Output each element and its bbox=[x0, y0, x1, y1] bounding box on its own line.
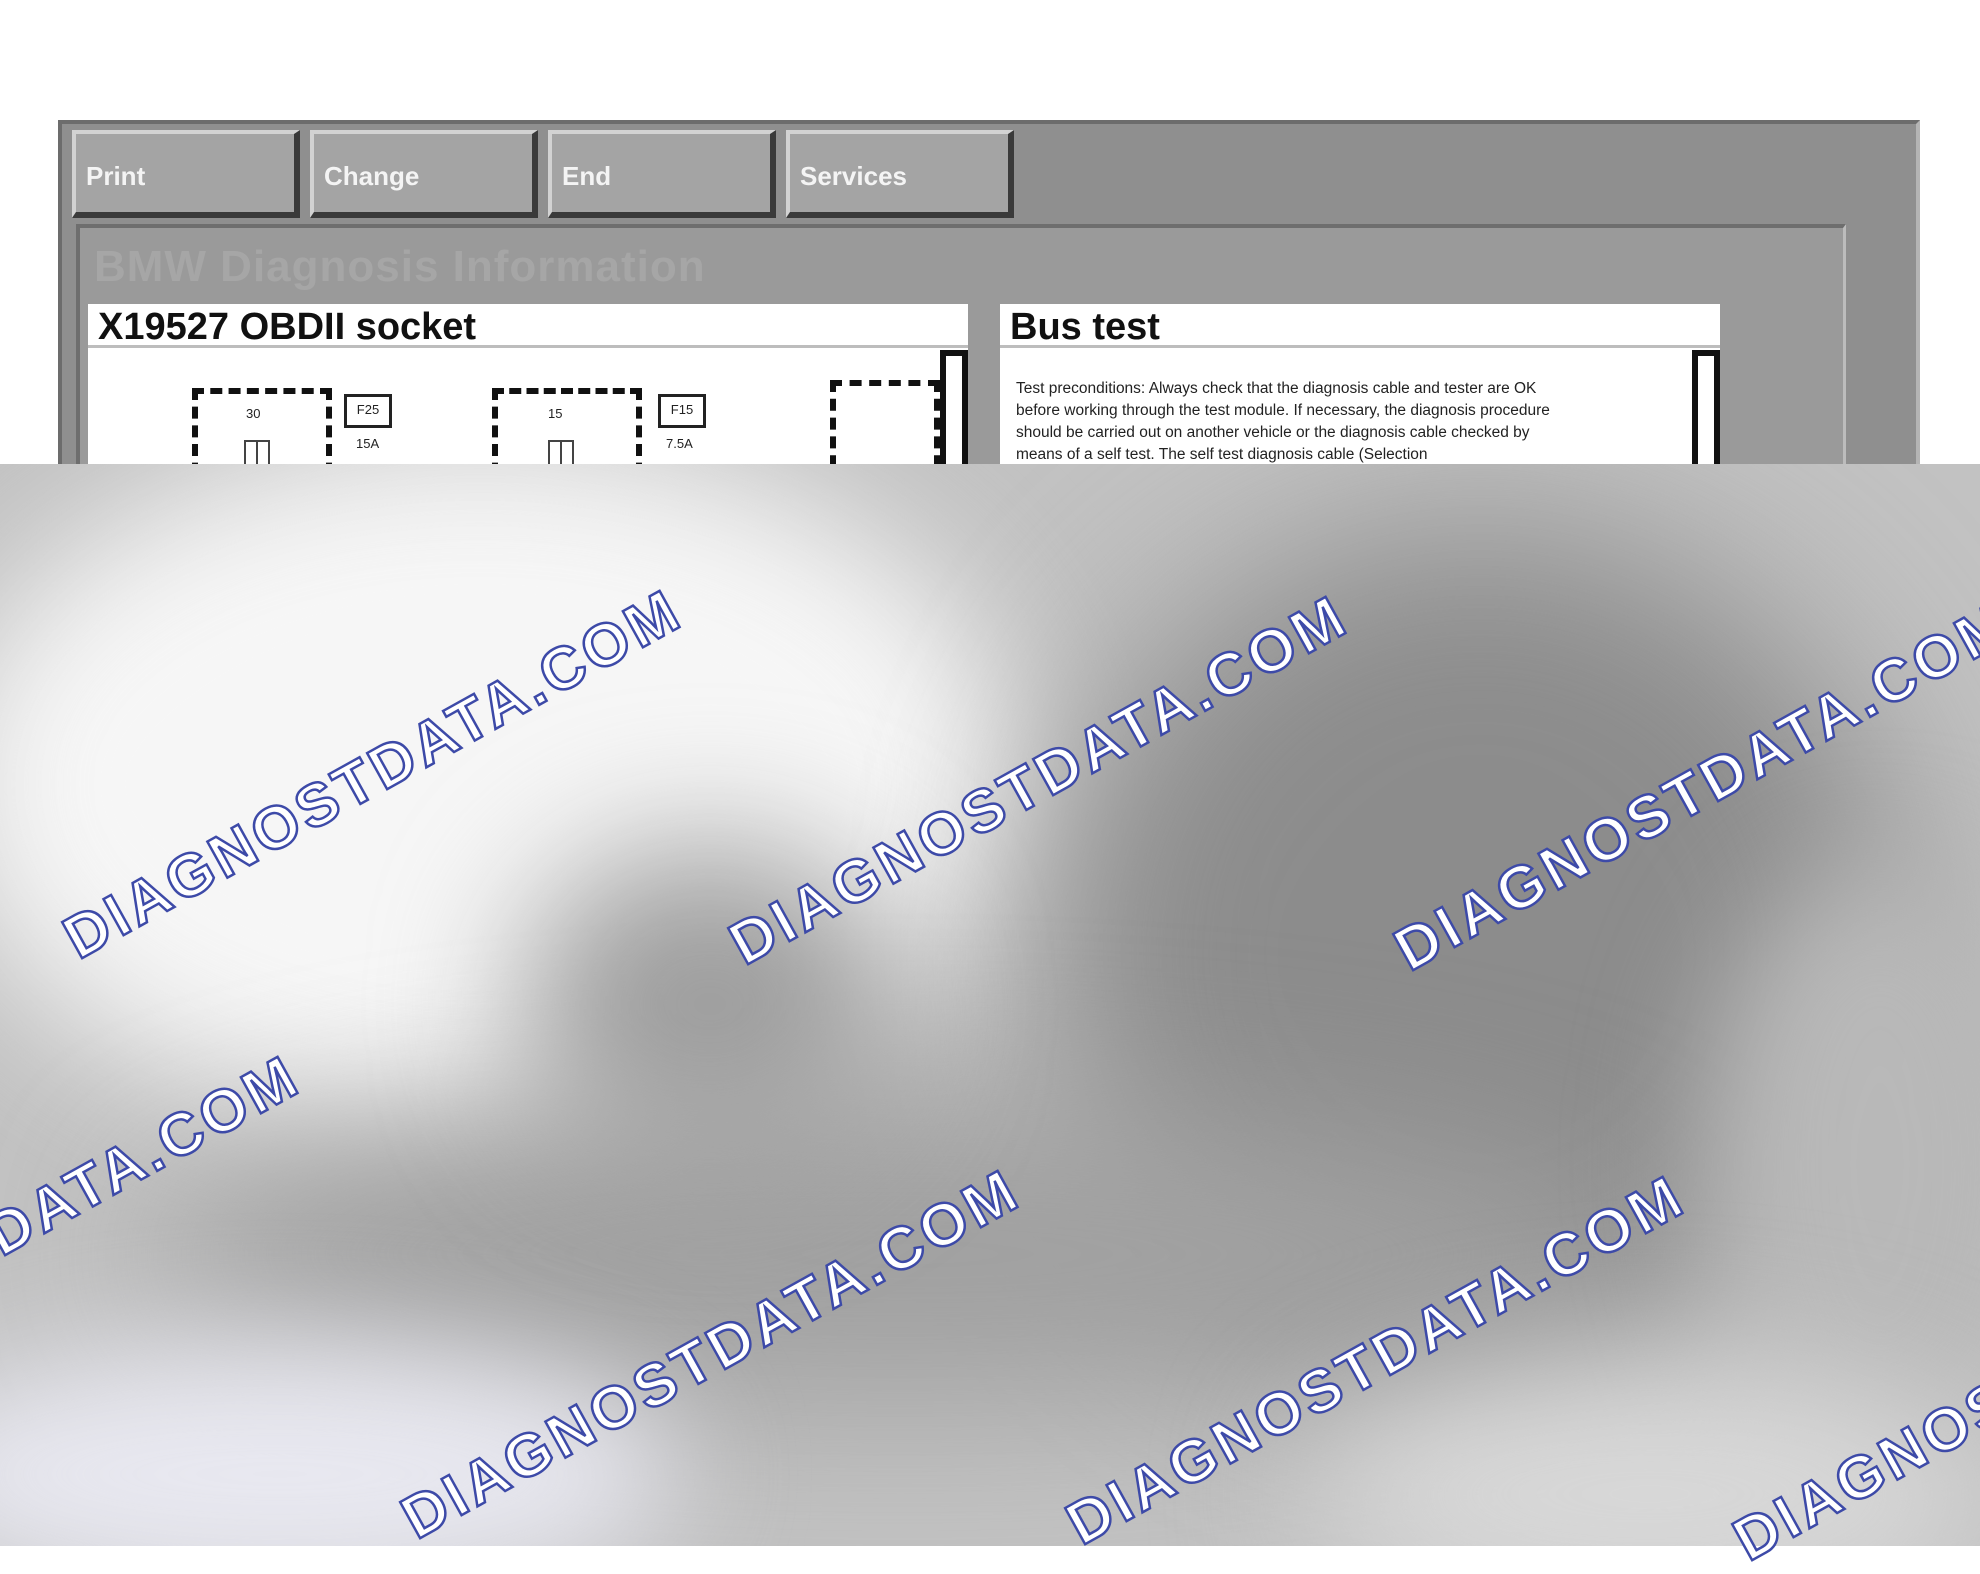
end-button[interactable]: End bbox=[548, 130, 776, 218]
text-line: Test preconditions: Always check that th… bbox=[1016, 380, 1537, 397]
frame-title: BMW Diagnosis Information bbox=[94, 242, 706, 291]
bus-test-title: Bus test bbox=[1000, 304, 1720, 348]
fuse-label: F15 bbox=[658, 394, 706, 428]
text-line: should be carried out on another vehicle… bbox=[1016, 424, 1530, 441]
blurred-region bbox=[0, 464, 1980, 1546]
bus-test-text: Test preconditions: Always check that th… bbox=[1016, 378, 1666, 466]
fuse-rating: 7.5A bbox=[666, 436, 693, 451]
fuse-label: F25 bbox=[344, 394, 392, 428]
text-line: before working through the test module. … bbox=[1016, 402, 1550, 419]
terminal-number: 30 bbox=[246, 406, 261, 421]
text-line: means of a self test. The self test diag… bbox=[1016, 446, 1428, 463]
terminal-number: 15 bbox=[548, 406, 563, 421]
print-button[interactable]: Print bbox=[72, 130, 300, 218]
socket-panel-title: X19527 OBDII socket bbox=[88, 304, 968, 348]
fuse-rating: 15A bbox=[356, 436, 380, 451]
services-button[interactable]: Services bbox=[786, 130, 1014, 218]
change-button[interactable]: Change bbox=[310, 130, 538, 218]
